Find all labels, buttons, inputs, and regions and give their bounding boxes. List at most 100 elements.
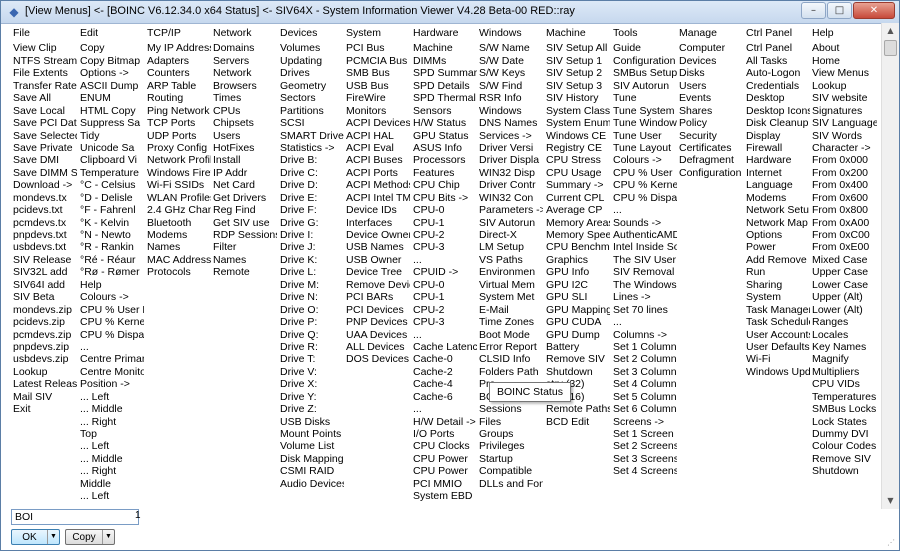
menu-item[interactable]: USB Bus [346, 80, 410, 92]
menu-item[interactable]: Columns -> [613, 329, 677, 341]
menu-item[interactable]: CPU Clocks [413, 440, 477, 452]
menu-item[interactable]: Options [746, 229, 810, 241]
menu-item[interactable]: SIV Beta [13, 291, 77, 303]
menu-item[interactable]: Network Profil [147, 154, 211, 166]
menu-item[interactable]: Drives [280, 67, 344, 79]
menu-item[interactable]: GPU CUDA [546, 316, 610, 328]
menu-item[interactable]: HotFixes [213, 142, 277, 154]
menu-item[interactable]: All Tasks [746, 55, 810, 67]
menu-item[interactable]: The Windows Sound [613, 279, 677, 291]
menu-item[interactable]: Download -> [13, 179, 77, 191]
menu-item[interactable]: Key Names [812, 341, 877, 353]
menu-item[interactable]: 2.4 GHz Chann [147, 204, 211, 216]
menu-item[interactable]: °R - Rankin [80, 241, 144, 253]
menu-item[interactable]: Remote [213, 266, 277, 278]
menu-item[interactable]: Set 1 Screen [613, 428, 677, 440]
menu-item[interactable]: Dummy DVI [812, 428, 877, 440]
menu-item[interactable]: Defragment [679, 154, 743, 166]
menu-item[interactable]: °Ré - Réaur [80, 254, 144, 266]
menu-item[interactable]: ... [613, 316, 677, 328]
menu-item[interactable]: DLLs and Fonts -> [479, 478, 543, 490]
menu-item[interactable]: Names [147, 241, 211, 253]
menu-item[interactable]: DOS Devices [346, 353, 410, 365]
menu-item[interactable]: Set 4 Columns [613, 378, 677, 390]
menu-item[interactable]: Drive Q: [280, 329, 344, 341]
menu-item[interactable]: SPD Details [413, 80, 477, 92]
menu-item[interactable]: Cache-2 [413, 366, 477, 378]
menu-item[interactable]: Credentials [746, 80, 810, 92]
menu-item[interactable]: CPU-2 [413, 229, 477, 241]
menu-item[interactable]: Users [679, 80, 743, 92]
menu-item[interactable]: Save DIMM SP [13, 167, 77, 179]
menu-item[interactable]: Files [479, 416, 543, 428]
menu-item[interactable]: Lines -> [613, 291, 677, 303]
menu-item[interactable]: SMBus Setup [613, 67, 677, 79]
menu-item[interactable]: Adapters [147, 55, 211, 67]
menu-item[interactable]: CPU VIDs [812, 378, 877, 390]
menu-item[interactable]: LM Setup [479, 241, 543, 253]
menu-item[interactable]: SPD Thermal [413, 92, 477, 104]
menu-item[interactable]: Users [213, 130, 277, 142]
menu-item[interactable]: Configuration [613, 55, 677, 67]
menu-header[interactable]: Edit [80, 27, 144, 39]
menu-header[interactable]: TCP/IP [147, 27, 211, 39]
menu-item[interactable]: Lower Case [812, 279, 877, 291]
menu-item[interactable]: Network Map [746, 217, 810, 229]
menu-item[interactable]: CPU Benchmar [546, 241, 610, 253]
menu-item[interactable]: ... Middle [80, 403, 144, 415]
menu-item[interactable]: SPD Summary [413, 67, 477, 79]
copy-dropdown-arrow-icon[interactable]: ▼ [102, 530, 114, 544]
menu-item[interactable]: Lock States [812, 416, 877, 428]
menu-item[interactable]: Set 2 Screens [613, 440, 677, 452]
menu-item[interactable]: ... [613, 204, 677, 216]
menu-item[interactable]: My IP Address [147, 42, 211, 54]
menu-item[interactable]: Certificates [679, 142, 743, 154]
menu-item[interactable]: AuthenticAMD Sound [613, 229, 677, 241]
menu-item[interactable]: Device Tree [346, 266, 410, 278]
menu-item[interactable]: ... Left [80, 490, 144, 502]
menu-item[interactable]: CPU % Kernel [613, 179, 677, 191]
menu-item[interactable]: Lookup [13, 366, 77, 378]
menu-item[interactable]: Help [80, 279, 144, 291]
menu-item[interactable]: WIN32 Con [479, 192, 543, 204]
menu-item[interactable]: Windows [479, 105, 543, 117]
menu-item[interactable]: ... [413, 329, 477, 341]
menu-item[interactable]: ACPI Ports [346, 167, 410, 179]
minimize-button[interactable]: – [801, 2, 826, 19]
menu-item[interactable]: Updating [280, 55, 344, 67]
menu-item[interactable]: E-Mail [479, 304, 543, 316]
vertical-scrollbar[interactable]: ▲ ▼ [881, 23, 899, 509]
menu-item[interactable]: Upper (Alt) [812, 291, 877, 303]
menu-item[interactable]: RDP Sessions [213, 229, 277, 241]
ok-button[interactable]: OK ▼ [11, 529, 60, 545]
menu-item[interactable]: Drive L: [280, 266, 344, 278]
menu-item[interactable]: Drive B: [280, 154, 344, 166]
menu-item[interactable]: Memory Speed [546, 229, 610, 241]
menu-item[interactable]: CPU Power [413, 465, 477, 477]
menu-item[interactable]: Latest Release [13, 378, 77, 390]
menu-item[interactable]: CPUs [213, 105, 277, 117]
menu-item[interactable]: System EBD [413, 490, 477, 502]
menu-item[interactable]: Modems [147, 229, 211, 241]
menu-item[interactable]: Network [213, 67, 277, 79]
menu-item[interactable]: ... Left [80, 391, 144, 403]
menu-header[interactable]: Manage [679, 27, 743, 39]
menu-item[interactable]: GPU SLI [546, 291, 610, 303]
menu-item[interactable]: CPU Power [413, 453, 477, 465]
menu-item[interactable]: Save PCI Data [13, 117, 77, 129]
menu-item[interactable]: S/W Keys [479, 67, 543, 79]
menu-item[interactable]: Upper Case [812, 266, 877, 278]
menu-header[interactable]: Hardware [413, 27, 477, 39]
menu-item[interactable]: Set 3 Screens [613, 453, 677, 465]
menu-item[interactable]: Language [746, 179, 810, 191]
menu-item[interactable]: System Met [479, 291, 543, 303]
menu-item[interactable]: BCD Edit [546, 416, 610, 428]
menu-item[interactable]: CSMI RAID [280, 465, 344, 477]
menu-item[interactable]: SMB Bus [346, 67, 410, 79]
menu-item[interactable]: SIV Autorun [613, 80, 677, 92]
menu-item[interactable]: VS Paths [479, 254, 543, 266]
menu-item[interactable]: Windows Firev [147, 167, 211, 179]
menu-item[interactable]: From 0x400 [812, 179, 877, 191]
search-input[interactable] [11, 509, 139, 525]
menu-item[interactable]: Ping Network [147, 105, 211, 117]
